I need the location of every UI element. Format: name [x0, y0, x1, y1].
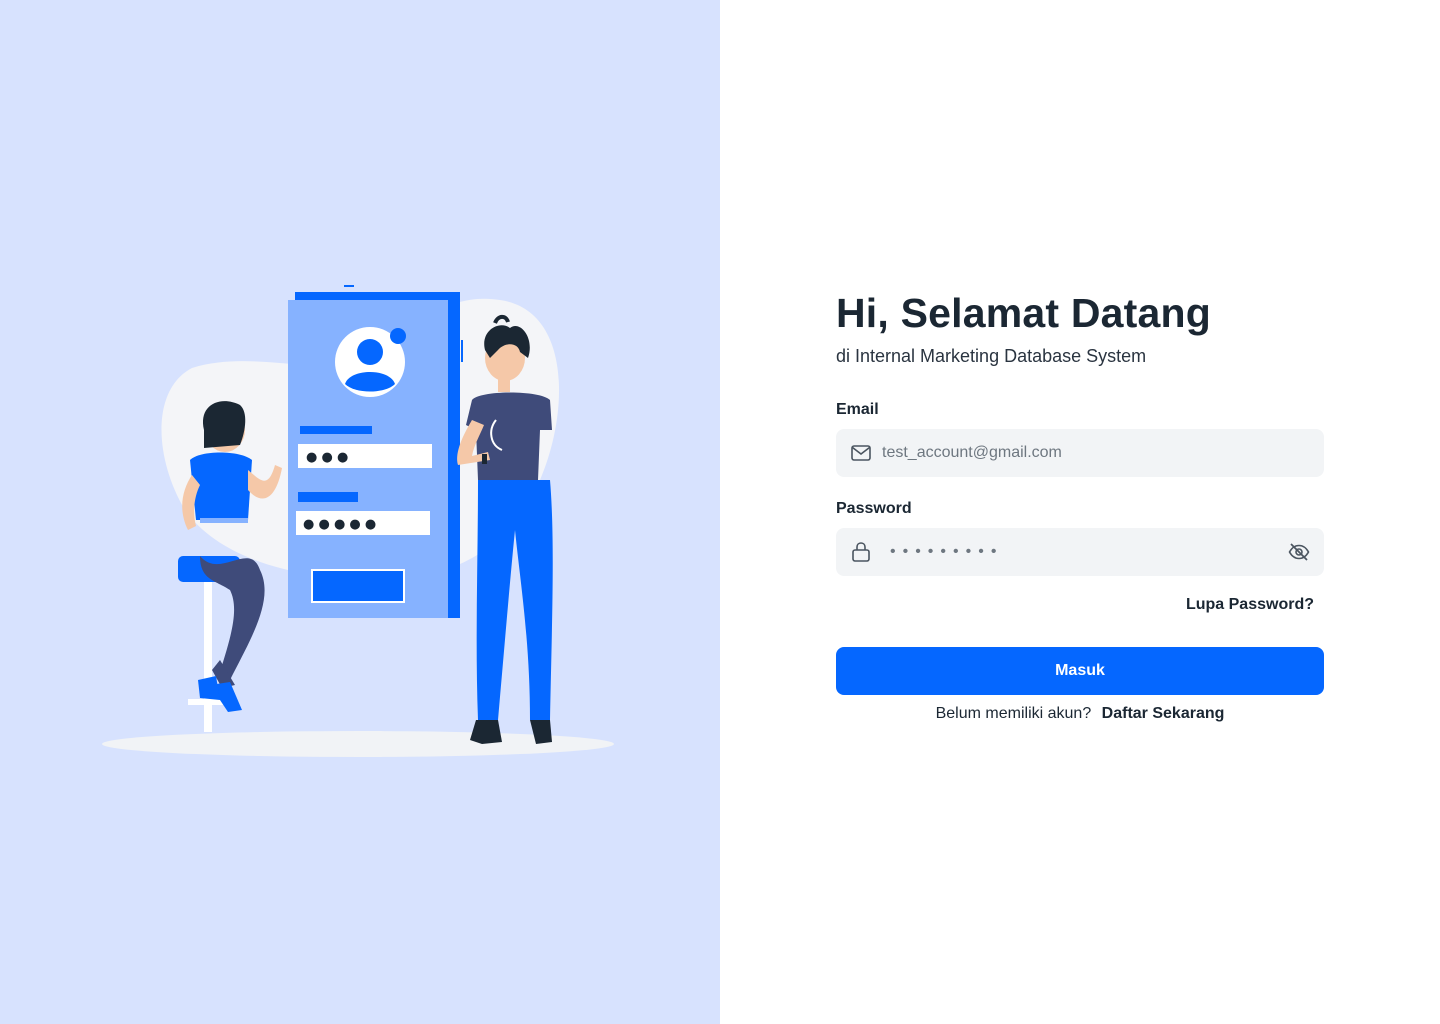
login-form: Hi, Selamat Datang di Internal Marketing…: [836, 288, 1324, 723]
register-row: Belum memiliki akun? Daftar Sekarang: [836, 705, 1324, 723]
email-label: Email: [836, 401, 879, 418]
illustration-panel: ● ● ● ● ● ● ● ●: [0, 0, 720, 1024]
eye-off-icon[interactable]: [1288, 541, 1310, 563]
svg-text:● ● ● ● ●: ● ● ● ● ●: [303, 517, 376, 532]
login-panel: Hi, Selamat Datang di Internal Marketing…: [720, 0, 1440, 1024]
mail-icon: [850, 442, 872, 464]
password-input[interactable]: •••••••••: [890, 528, 1288, 576]
login-illustration: ● ● ● ● ● ● ● ●: [102, 285, 614, 757]
password-field[interactable]: •••••••••: [836, 528, 1324, 576]
forgot-password-row: Lupa Password?: [836, 596, 1324, 614]
register-prompt: Belum memiliki akun?: [935, 705, 1092, 722]
lock-icon: [850, 541, 872, 563]
login-page: ● ● ● ● ● ● ● ● Hi, Selamat Datang di In…: [0, 0, 1440, 1024]
page-title: Hi, Selamat Datang: [836, 290, 1211, 336]
login-button[interactable]: Masuk: [836, 647, 1324, 695]
forgot-password-link[interactable]: Lupa Password?: [1186, 596, 1314, 613]
email-field[interactable]: [836, 429, 1324, 477]
page-subtitle: di Internal Marketing Database System: [836, 346, 1147, 366]
email-input[interactable]: [882, 429, 1310, 477]
svg-text:● ● ●: ● ● ●: [306, 450, 348, 465]
password-label: Password: [836, 500, 912, 517]
register-link[interactable]: Daftar Sekarang: [1102, 705, 1225, 722]
